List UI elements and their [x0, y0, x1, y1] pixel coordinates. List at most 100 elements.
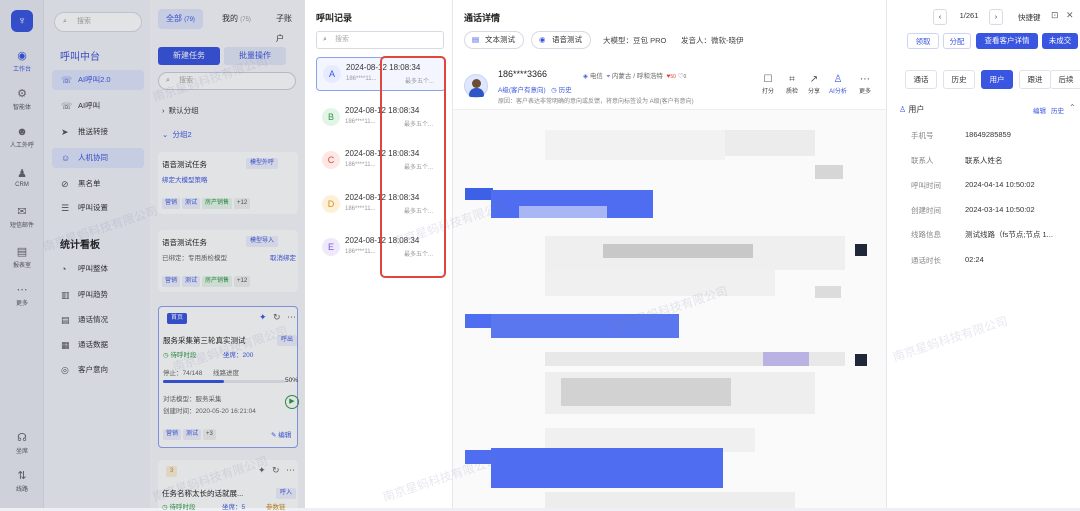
- action-label: 更多: [858, 89, 871, 95]
- voice-test-button[interactable]: ◉ 语音测试: [531, 31, 591, 49]
- field-value: 02:24: [965, 255, 984, 264]
- customer-phone: 186****3366: [498, 69, 548, 79]
- record-phone: 186****11...: [345, 206, 376, 212]
- message-bubble-redacted: [561, 378, 731, 406]
- intent-level: A级(客户有意向) ◷ 历史: [498, 84, 572, 94]
- level-label: A级(客户有意向): [498, 87, 546, 94]
- share-icon: ↗: [809, 74, 819, 85]
- close-icon[interactable]: ✕: [1066, 10, 1074, 21]
- field-key: 手机号: [911, 131, 934, 140]
- record-phone: 186****11...: [345, 162, 376, 168]
- tab-next[interactable]: 后续: [1050, 70, 1080, 89]
- history-link[interactable]: 历史: [1051, 105, 1064, 115]
- customer-info: ◈ 电信 ⌖ 内蒙古 / 呼和浩特 ♥50 ♡0: [583, 70, 686, 81]
- collapse-icon[interactable]: ⌃: [1069, 103, 1076, 112]
- grade-avatar: A: [323, 65, 341, 83]
- field-value: 联系人姓名: [965, 156, 1003, 165]
- more-icon: ⋯: [860, 74, 870, 85]
- action-label: AI分析: [829, 89, 847, 95]
- assign-button[interactable]: 分配: [943, 33, 971, 49]
- message-bubble-redacted: [855, 244, 867, 256]
- call-search-input[interactable]: ⌕ 搜索: [316, 31, 444, 49]
- call-records-title: 呼叫记录: [316, 13, 353, 23]
- call-detail-title: 通话详情: [464, 13, 501, 23]
- tab-call[interactable]: 通话: [905, 70, 937, 89]
- message-bubble-redacted: [815, 165, 843, 179]
- more-action[interactable]: ⋯ 更多: [854, 74, 876, 95]
- grade-avatar: C: [322, 151, 340, 169]
- field-key: 创建时间: [911, 206, 941, 215]
- model-info: 大模型：豆包 PRO: [603, 36, 667, 45]
- record-phone: 186****11...: [345, 249, 376, 255]
- qc-action[interactable]: ⌗ 质检: [781, 74, 803, 95]
- speaker-info: 发音人：微软-晓伊: [681, 36, 744, 45]
- field-value: 测试线路（fs节点;节点 1...: [965, 230, 1053, 239]
- message-bubble-redacted: [855, 354, 867, 366]
- message-bubble-redacted: [603, 244, 753, 258]
- share-action[interactable]: ↗ 分享: [803, 74, 825, 95]
- message-bubble-redacted: [545, 492, 795, 508]
- message-bubble-redacted: [491, 448, 723, 488]
- tab-followup[interactable]: 跟进: [1019, 70, 1051, 89]
- user-section-header: ♙ 用户: [899, 104, 924, 115]
- message-bubble-redacted: [545, 130, 725, 160]
- action-label: 分享: [807, 89, 820, 95]
- grade-avatar: D: [322, 195, 340, 213]
- carrier-icon: ◈: [583, 73, 588, 80]
- next-page-button[interactable]: ›: [989, 9, 1003, 25]
- expand-icon[interactable]: ⊡: [1051, 10, 1059, 21]
- score-icon: ☐: [763, 74, 773, 85]
- field-key: 线路信息: [911, 230, 941, 239]
- tab-history[interactable]: 历史: [943, 70, 975, 89]
- field-key: 呼叫时间: [911, 181, 941, 190]
- field-value: 18649285859: [965, 130, 1011, 139]
- action-label: 质检: [785, 89, 798, 95]
- message-bubble-redacted: [545, 270, 775, 296]
- deal-status-button[interactable]: 未成交: [1042, 33, 1078, 49]
- edit-link[interactable]: 编辑: [1033, 105, 1046, 115]
- location: 内蒙古 / 呼和浩特: [611, 73, 663, 80]
- voice-icon: ◉: [539, 35, 546, 44]
- message-bubble-redacted: [815, 286, 841, 298]
- call-detail-panel: 通话详情 ▤ 文本测试 ◉ 语音测试 大模型：豆包 PRO 发音人：微软-晓伊 18…: [453, 0, 886, 508]
- search-icon: ⌕: [323, 36, 327, 43]
- carrier: 电信: [589, 73, 603, 80]
- action-label: 打分: [761, 89, 774, 95]
- user-icon: ♙: [899, 105, 907, 114]
- history-icon: ◷: [551, 87, 557, 94]
- score-action[interactable]: ☐ 打分: [757, 74, 779, 95]
- message-bubble-redacted: [519, 206, 607, 218]
- section-title: 用户: [908, 105, 925, 114]
- text-test-button[interactable]: ▤ 文本测试: [464, 31, 524, 49]
- field-key: 联系人: [911, 156, 934, 165]
- field-value: 2024-04-14 10:50:02: [965, 180, 1035, 189]
- record-phone: 186****11...: [346, 76, 377, 82]
- page-indicator: 1/261: [951, 9, 987, 25]
- claim-button[interactable]: 领取: [907, 33, 939, 49]
- qc-icon: ⌗: [789, 74, 795, 85]
- side-tabs: 通话 历史 用户 跟进 后续: [895, 70, 1080, 90]
- highlight-annotation: [380, 56, 446, 278]
- intent-reason: 原因：客户表达非常明确的意向或反馈，将意向标签设为 A级(客户有意向): [498, 99, 694, 105]
- customer-side-panel: ‹ 1/261 › 快捷键 ⊡ ✕ 领取 分配 查看客户详情 未成交 通话 历史…: [886, 0, 1080, 508]
- ai-analysis-action[interactable]: ♙ AI分析: [827, 74, 849, 95]
- tab-user[interactable]: 用户: [981, 70, 1013, 89]
- dislike-count: 0: [683, 74, 687, 80]
- button-label: 语音测试: [552, 35, 582, 44]
- customer-header: 186****3366 ◈ 电信 ⌖ 内蒙古 / 呼和浩特 ♥50 ♡0 A级(…: [453, 62, 886, 110]
- message-bubble-redacted: [465, 188, 493, 200]
- view-customer-button[interactable]: 查看客户详情: [976, 33, 1038, 49]
- ai-icon: ♙: [833, 74, 843, 85]
- prev-page-button[interactable]: ‹: [933, 9, 947, 25]
- history-link[interactable]: 历史: [559, 87, 572, 94]
- button-label: 文本测试: [485, 35, 515, 44]
- shortcut-link[interactable]: 快捷键: [1018, 12, 1041, 23]
- avatar: [464, 74, 488, 98]
- search-placeholder: 搜索: [335, 36, 349, 43]
- message-bubble-redacted: [763, 352, 809, 366]
- message-bubble-redacted: [465, 314, 493, 328]
- grade-avatar: E: [322, 238, 340, 256]
- document-icon: ▤: [472, 35, 480, 44]
- grade-avatar: B: [322, 108, 340, 126]
- like-count: 50: [670, 74, 676, 80]
